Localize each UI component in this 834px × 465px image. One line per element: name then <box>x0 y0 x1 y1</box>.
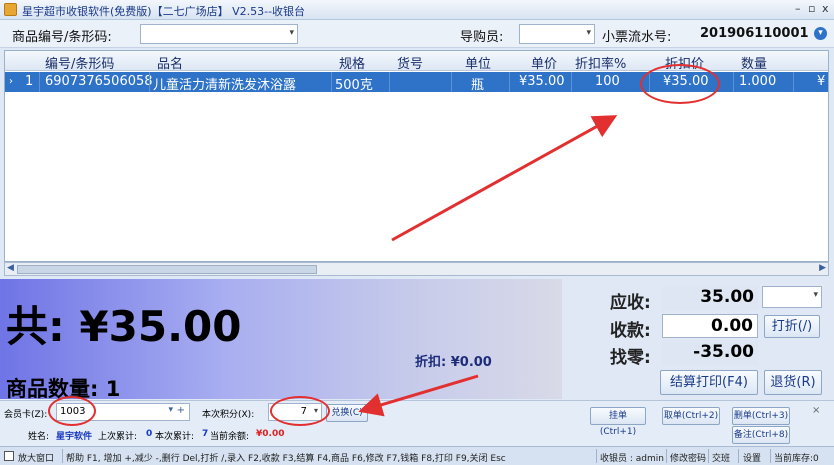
annotation-arrows <box>358 115 618 417</box>
annotation-arrow <box>391 115 618 242</box>
annotation-arrow <box>358 374 479 417</box>
